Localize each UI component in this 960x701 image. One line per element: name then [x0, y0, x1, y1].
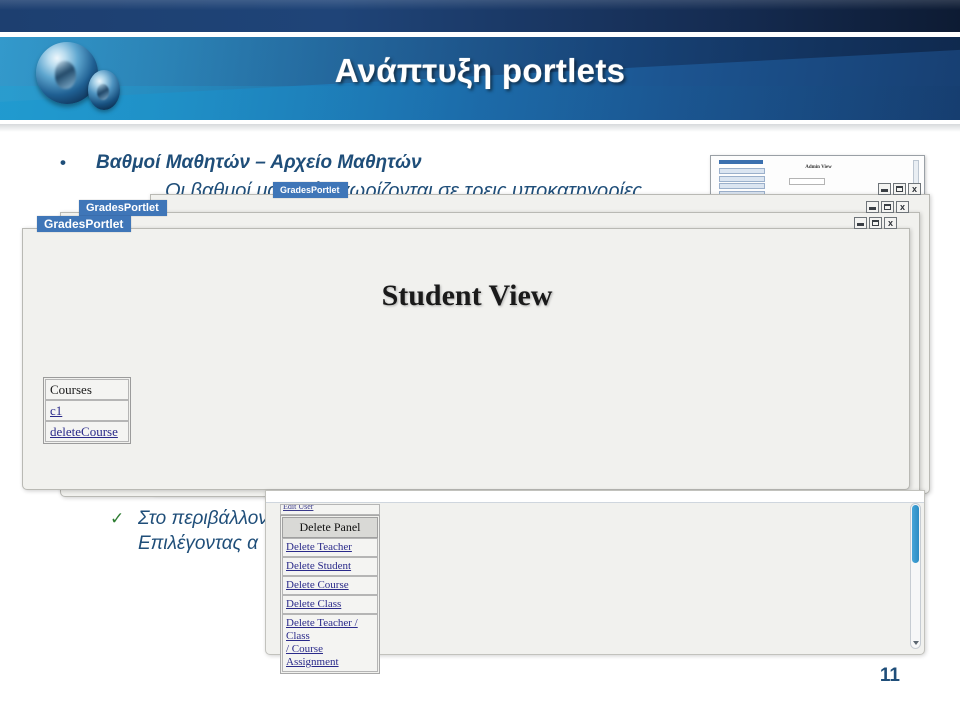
- portlet-tab-title[interactable]: GradesPortlet: [79, 200, 167, 216]
- delete-course-link[interactable]: Delete Course: [282, 576, 378, 595]
- check-text-line-1: Στο περιβάλλον: [138, 508, 268, 529]
- delete-class-label: Delete Class: [286, 598, 342, 610]
- thumbnail-input-box: [789, 178, 825, 185]
- minimize-icon[interactable]: [854, 217, 867, 229]
- thumbnail-row: [719, 168, 765, 174]
- bullet-marker: •: [60, 153, 66, 172]
- portlet-window-controls[interactable]: x: [878, 183, 921, 195]
- scrollbar-thumb[interactable]: [912, 505, 919, 563]
- thumbnail-row: [719, 183, 765, 189]
- vertical-scrollbar[interactable]: [910, 503, 921, 649]
- delete-panel-table: Delete Panel Delete Teacher Delete Stude…: [280, 515, 380, 674]
- check-text-line-2: Επιλέγοντας α: [138, 533, 258, 554]
- thumbnail-row: [719, 175, 765, 182]
- course-link-c1[interactable]: c1: [45, 400, 129, 421]
- courses-table: Courses c1 deleteCourse: [43, 377, 131, 444]
- header-top-strip-highlight: [0, 0, 960, 10]
- maximize-icon[interactable]: [869, 217, 882, 229]
- portlet-tab-title[interactable]: GradesPortlet: [273, 182, 348, 198]
- delete-panel-header: Delete Panel: [282, 517, 378, 538]
- sphere-small-icon: [88, 70, 120, 110]
- slide-header: Ανάπτυξη portlets: [0, 0, 960, 132]
- maximize-icon[interactable]: [893, 183, 906, 195]
- thumbnail-header-bar: [719, 160, 763, 164]
- close-icon[interactable]: x: [896, 201, 909, 213]
- portlet-tab-title[interactable]: GradesPortlet: [37, 216, 132, 232]
- delete-student-link[interactable]: Delete Student: [282, 557, 378, 576]
- header-drop-shadow: [0, 124, 960, 132]
- student-view-heading: Student View: [381, 279, 553, 312]
- checkmark-bullet-block: ✓ Στο περιβάλλον Επιλέγοντας α: [110, 506, 268, 556]
- slide-page-number: 11: [879, 665, 900, 686]
- delete-assignment-link[interactable]: Delete Teacher / Class / Course Assignme…: [282, 614, 378, 672]
- delete-teacher-link[interactable]: Delete Teacher: [282, 538, 378, 557]
- portlet-window-controls[interactable]: x: [854, 217, 897, 229]
- courses-table-header: Courses: [45, 379, 129, 400]
- close-icon[interactable]: x: [908, 183, 921, 195]
- delete-teacher-label: Delete Teacher: [286, 541, 352, 553]
- delete-panel-screenshot: Edit User Delete Panel Delete Teacher De…: [265, 490, 925, 674]
- bullet-text-1: Βαθμοί Μαθητών – Αρχείο Μαθητών: [96, 152, 422, 173]
- delete-assignment-label-line1: Delete Teacher / Class: [286, 617, 358, 642]
- delete-course-label: Delete Course: [286, 579, 349, 591]
- edit-user-link-stub[interactable]: Edit User: [280, 504, 380, 515]
- logo: [28, 40, 148, 118]
- header-top-strip: [0, 0, 960, 32]
- minimize-icon[interactable]: [866, 201, 879, 213]
- portlet-window-controls[interactable]: x: [866, 201, 909, 213]
- bullet-item-1: • Βαθμοί Μαθητών – Αρχείο Μαθητών: [60, 152, 422, 174]
- delete-assignment-label-line2: / Course Assignment: [286, 643, 339, 668]
- delete-class-link[interactable]: Delete Class: [282, 595, 378, 614]
- maximize-icon[interactable]: [881, 201, 894, 213]
- screenshot-top-bar: [266, 491, 924, 503]
- scrollbar-down-arrow-icon[interactable]: [913, 641, 919, 645]
- delete-student-label: Delete Student: [286, 560, 352, 572]
- delete-course-link[interactable]: deleteCourse: [45, 421, 129, 442]
- close-icon[interactable]: x: [884, 217, 897, 229]
- check-icon: ✓: [110, 509, 125, 528]
- minimize-icon[interactable]: [878, 183, 891, 195]
- portlet-window-front[interactable]: GradesPortlet x Student View Courses c1 …: [22, 216, 910, 490]
- edit-user-label: Edit User: [283, 504, 314, 511]
